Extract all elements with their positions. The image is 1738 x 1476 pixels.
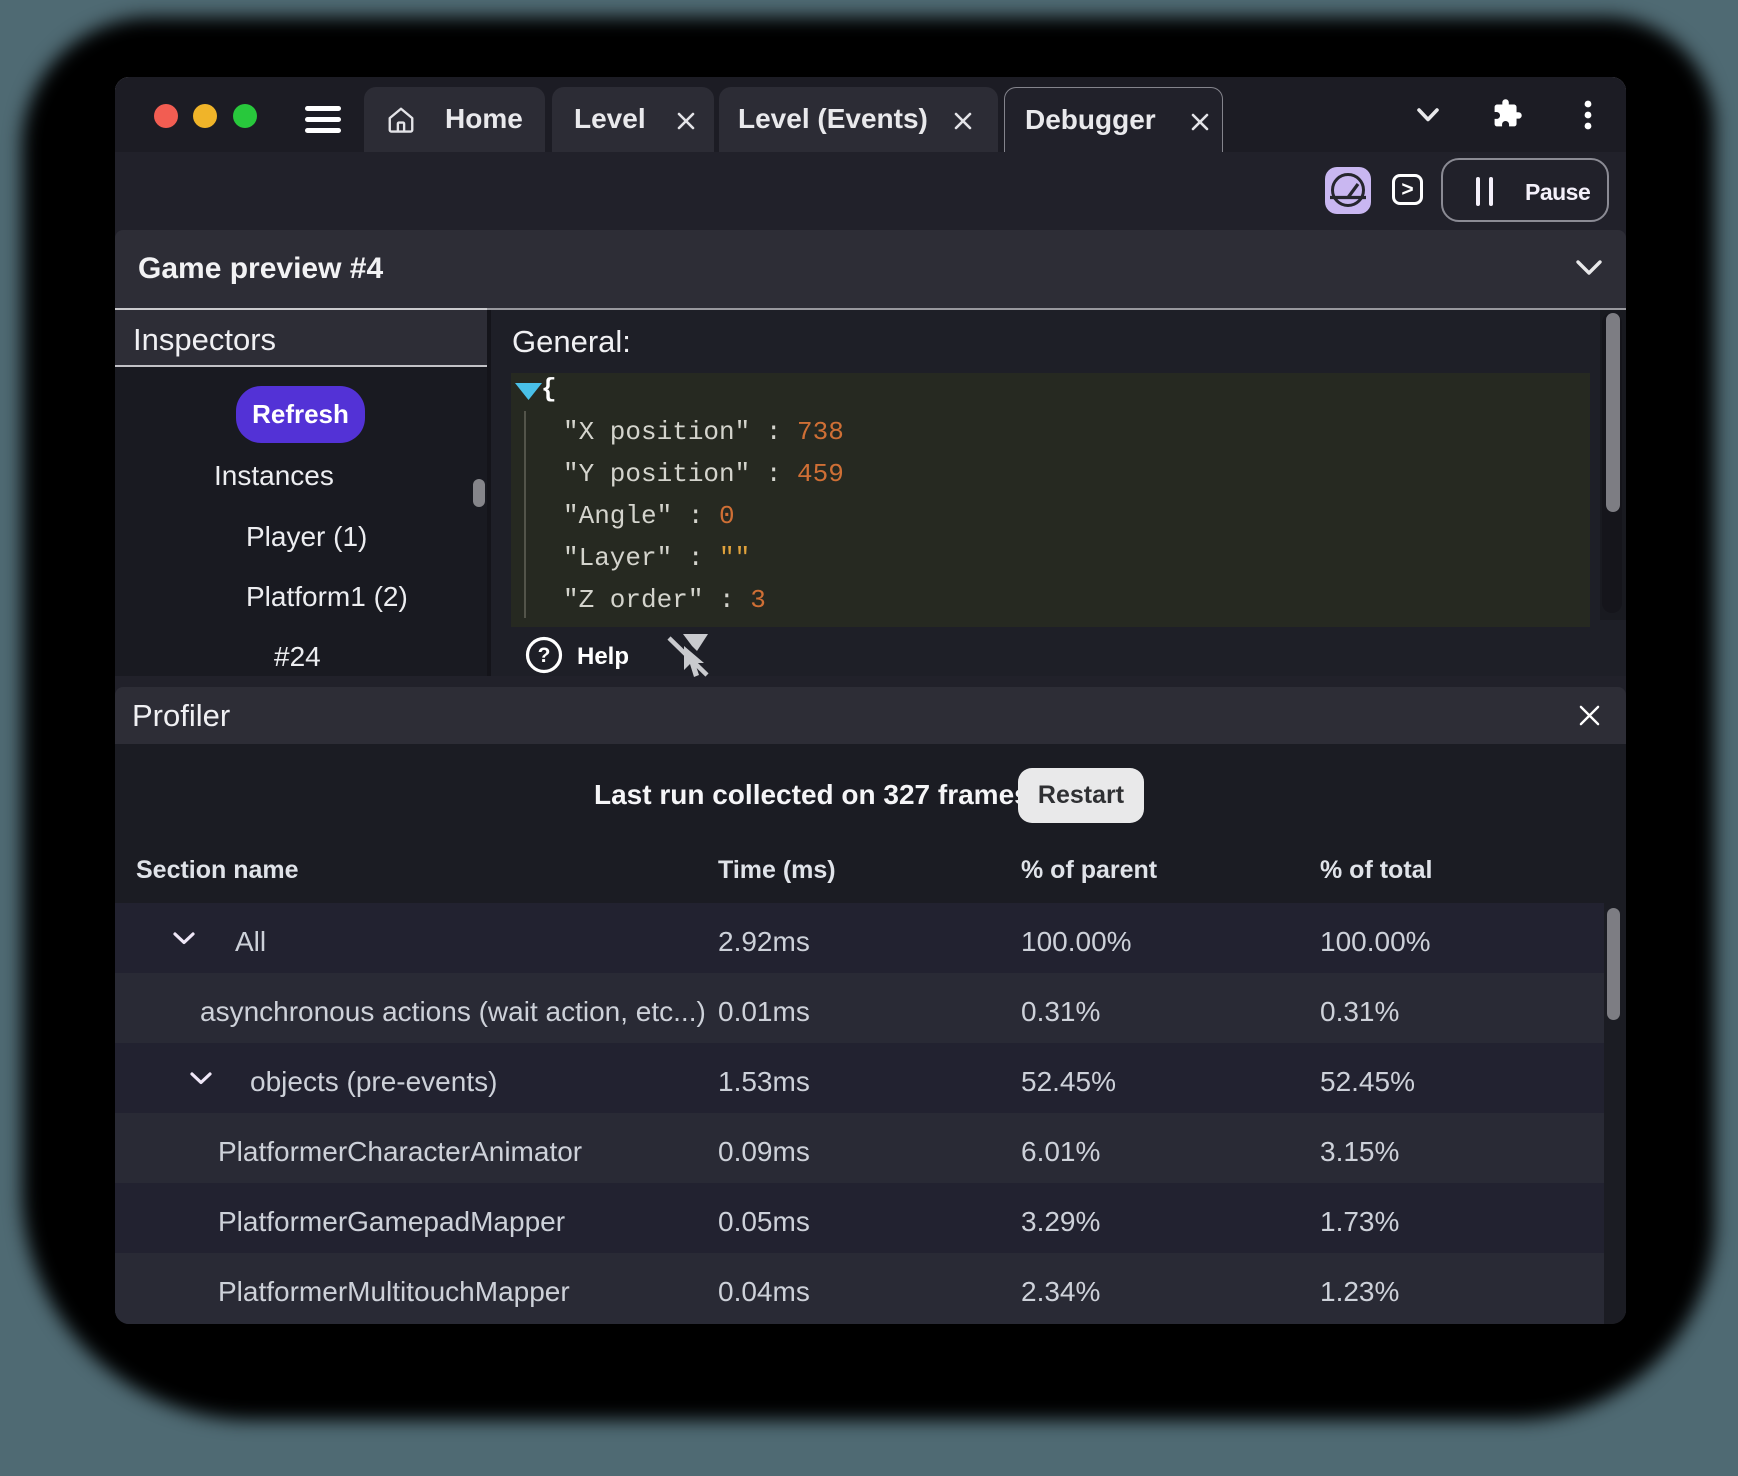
svg-text:?: ? <box>538 644 551 667</box>
